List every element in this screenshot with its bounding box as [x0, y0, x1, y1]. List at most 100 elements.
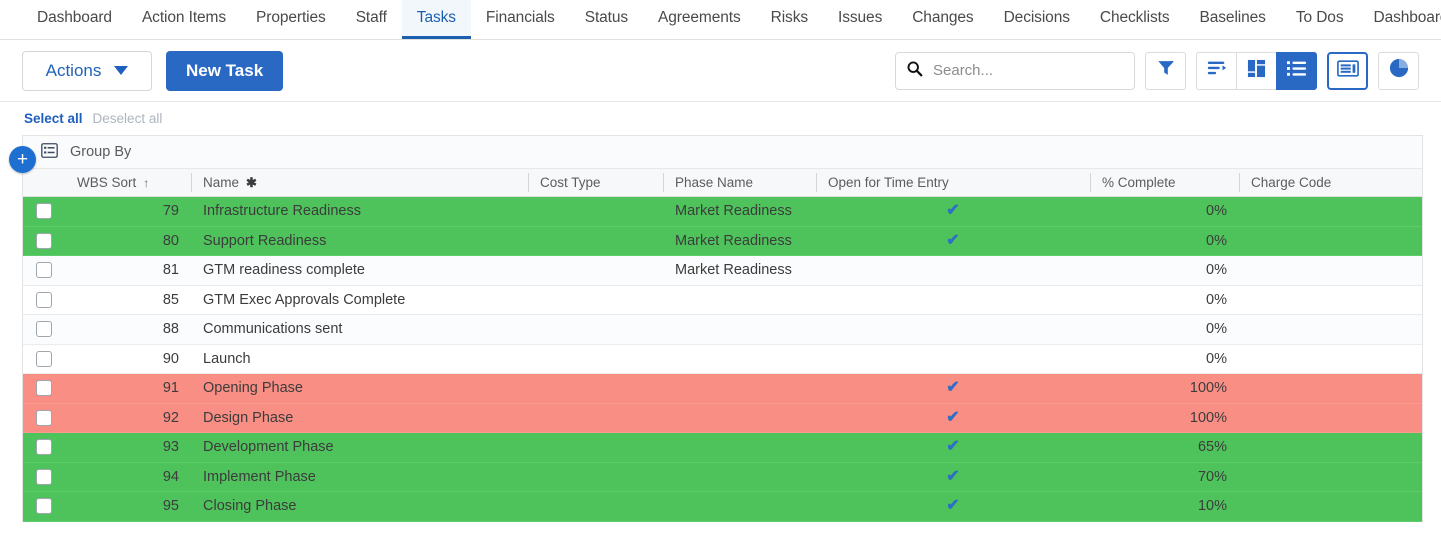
cell-phase: [663, 492, 816, 521]
sort-icon-button[interactable]: [1196, 51, 1237, 90]
nav-item-financials[interactable]: Financials: [471, 0, 570, 39]
column-header-label: Name: [203, 175, 240, 190]
row-checkbox[interactable]: [36, 409, 52, 426]
cell-pct: 100%: [1090, 374, 1239, 403]
cell-value: 91: [162, 380, 179, 397]
select-all-link[interactable]: Select all: [24, 111, 83, 126]
filter-icon-button[interactable]: [1145, 51, 1186, 90]
cell-value: Closing Phase: [203, 498, 297, 515]
table-row[interactable]: 79 Infrastructure Readiness Market Readine…: [23, 197, 1422, 227]
row-checkbox[interactable]: [36, 203, 52, 220]
nav-item-dashboard-2[interactable]: Dashboard: [1358, 0, 1441, 39]
column-header-open[interactable]: Open for Time Entry: [816, 169, 1090, 196]
table-row[interactable]: 91 Opening Phase ✔ 100%: [23, 374, 1422, 404]
nav-item-tasks[interactable]: Tasks: [401, 0, 471, 39]
add-row-button[interactable]: +: [9, 146, 36, 173]
row-checkbox-cell: [23, 492, 65, 521]
table-row[interactable]: 90 Launch 0%: [23, 344, 1422, 374]
cell-value: 93: [162, 439, 179, 456]
cell-value: 95: [162, 498, 179, 515]
cell-cost: [528, 315, 663, 344]
row-checkbox[interactable]: [36, 262, 52, 279]
group-by-label: Group By: [70, 144, 132, 160]
table-row[interactable]: 81 GTM readiness complete Market Readiness…: [23, 256, 1422, 286]
cell-value: Implement Phase: [203, 468, 316, 485]
cell-value: Development Phase: [203, 439, 334, 456]
nav-item-checklists[interactable]: Checklists: [1085, 0, 1185, 39]
group-by-bar[interactable]: Group By: [23, 136, 1422, 169]
cell-pct: 0%: [1090, 256, 1239, 285]
cell-wbs: 90: [65, 345, 191, 374]
board-view-icon-button[interactable]: [1236, 51, 1277, 90]
cell-phase: [663, 433, 816, 462]
table-row[interactable]: 80 Support Readiness Market Readiness ✔ 0%: [23, 226, 1422, 256]
cell-value: Infrastructure Readiness: [203, 203, 361, 220]
nav-item-changes[interactable]: Changes: [897, 0, 988, 39]
card-view-icon-button[interactable]: [1327, 51, 1368, 90]
nav-item-staff[interactable]: Staff: [341, 0, 402, 39]
chevron-down-icon: [114, 66, 129, 75]
nav-item-risks[interactable]: Risks: [756, 0, 823, 39]
table-row[interactable]: 88 Communications sent 0%: [23, 315, 1422, 345]
cell-wbs: 80: [65, 227, 191, 256]
chart-view-icon-button[interactable]: [1378, 51, 1419, 90]
row-checkbox[interactable]: [36, 498, 52, 515]
column-header-phase[interactable]: Phase Name: [663, 169, 816, 196]
cell-phase: [663, 315, 816, 344]
new-task-button[interactable]: New Task: [166, 50, 284, 91]
column-header-chg[interactable]: Charge Code: [1239, 169, 1422, 196]
checkmark-icon: ✔: [946, 379, 960, 397]
pie-chart-icon: [1389, 58, 1409, 83]
row-checkbox-cell: [23, 433, 65, 462]
row-checkbox[interactable]: [36, 350, 52, 367]
column-header-name[interactable]: Name ✱: [191, 169, 528, 196]
search-input[interactable]: [931, 61, 1134, 80]
column-header-cost[interactable]: Cost Type: [528, 169, 663, 196]
row-checkbox[interactable]: [36, 321, 52, 338]
column-header-checkbox[interactable]: [23, 169, 65, 196]
checkmark-icon: ✔: [946, 467, 960, 485]
row-checkbox-cell: [23, 374, 65, 403]
nav-item-status[interactable]: Status: [570, 0, 643, 39]
nav-item-action-items[interactable]: Action Items: [127, 0, 241, 39]
nav-item-agreements[interactable]: Agreements: [643, 0, 756, 39]
row-checkbox[interactable]: [36, 468, 52, 485]
table-row[interactable]: 95 Closing Phase ✔ 10%: [23, 492, 1422, 522]
cell-value: Market Readiness: [675, 262, 792, 279]
cell-wbs: 81: [65, 256, 191, 285]
nav-item-dashboard[interactable]: Dashboard: [22, 0, 127, 39]
row-checkbox[interactable]: [36, 291, 52, 308]
cell-phase: Market Readiness: [663, 256, 816, 285]
cell-value: Design Phase: [203, 409, 294, 426]
card-view-icon: [1336, 59, 1359, 82]
row-checkbox[interactable]: [36, 439, 52, 456]
filter-icon: [1156, 58, 1176, 83]
nav-item-properties[interactable]: Properties: [241, 0, 341, 39]
list-view-icon-button[interactable]: [1276, 51, 1317, 90]
table-row[interactable]: 85 GTM Exec Approvals Complete 0%: [23, 285, 1422, 315]
row-checkbox[interactable]: [36, 232, 52, 249]
nav-item-issues[interactable]: Issues: [823, 0, 897, 39]
nav-item-baselines[interactable]: Baselines: [1185, 0, 1281, 39]
cell-value: 79: [162, 203, 179, 220]
cell-pct: 10%: [1090, 492, 1239, 521]
cell-phase: [663, 404, 816, 433]
table-row[interactable]: 92 Design Phase ✔ 100%: [23, 403, 1422, 433]
cell-wbs: 85: [65, 286, 191, 315]
column-header-pct[interactable]: % Complete: [1090, 169, 1239, 196]
table-row[interactable]: 94 Implement Phase ✔ 70%: [23, 462, 1422, 492]
cell-name: Communications sent: [191, 315, 528, 344]
nav-item-decisions[interactable]: Decisions: [989, 0, 1085, 39]
deselect-all-link[interactable]: Deselect all: [93, 111, 163, 126]
column-header-wbs[interactable]: WBS Sort ↑: [65, 169, 191, 196]
nav-item-to-dos[interactable]: To Dos: [1281, 0, 1359, 39]
task-grid-panel: + Group By WBS Sort ↑ Name ✱ Cost Type Phase …: [9, 135, 1423, 522]
row-checkbox[interactable]: [36, 380, 52, 397]
actions-button[interactable]: Actions: [22, 50, 152, 91]
cell-name: Design Phase: [191, 404, 528, 433]
row-checkbox-cell: [23, 256, 65, 285]
table-row[interactable]: 93 Development Phase ✔ 65%: [23, 433, 1422, 463]
cell-wbs: 91: [65, 374, 191, 403]
cell-chg: [1239, 286, 1422, 315]
search-box[interactable]: [895, 51, 1135, 90]
